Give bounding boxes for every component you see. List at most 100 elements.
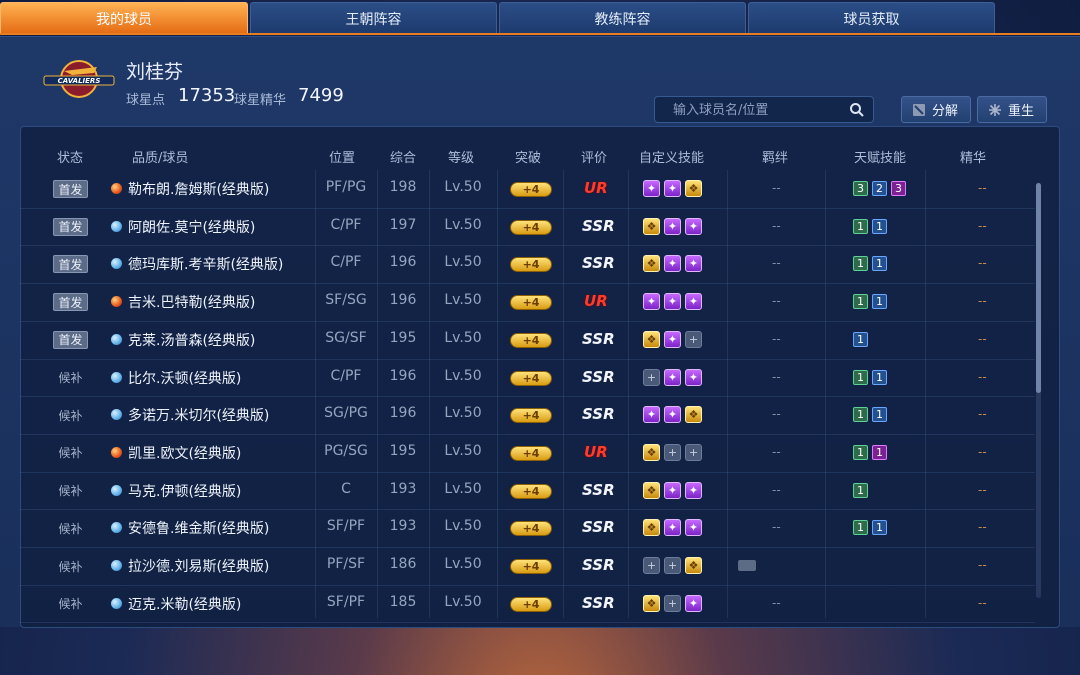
level-cell: Lv.50 [444,367,482,384]
player-name-cell[interactable]: 比尔.沃顿(经典版) [128,368,241,388]
custom-skill-icon[interactable]: ✦ [664,406,681,424]
bond-cell: -- [772,444,781,459]
rebirth-button[interactable]: 重生 [977,96,1047,123]
header-talent-skills: 天赋技能 [854,151,907,166]
bond-cell: -- [772,520,781,535]
custom-skill-icon[interactable]: ✦ [664,293,681,311]
level-cell: Lv.50 [444,254,482,271]
add-skill-slot-icon[interactable]: + [664,443,681,461]
custom-skill-icon[interactable]: ✦ [664,255,681,273]
team-logo: CAVALIERS [43,60,115,98]
add-skill-slot-icon[interactable]: + [664,557,681,574]
rating-badge: SSR [582,216,615,235]
custom-skill-icon[interactable]: ❖ [643,519,660,537]
essence-cell: -- [978,256,987,271]
search-icon[interactable] [849,102,865,118]
custom-skill-icon[interactable]: ✦ [685,594,702,612]
position-cell: SF/PF [326,593,366,610]
header-bond: 羁绊 [762,151,789,166]
scrollbar[interactable] [1036,183,1041,598]
add-skill-slot-icon[interactable]: + [685,330,702,348]
add-skill-slot-icon[interactable]: + [685,443,702,461]
overall-cell: 196 [389,405,417,422]
player-name-cell[interactable]: 克莱.汤普森(经典版) [128,330,255,350]
custom-skill-icon[interactable]: ✦ [664,481,681,499]
decompose-button[interactable]: 分解 [901,96,971,123]
custom-skill-icon[interactable]: ✦ [664,217,681,235]
custom-skill-icon[interactable]: ✦ [643,180,660,197]
tab-player-acquire[interactable]: 球员获取 [748,2,995,34]
talent-level-badge: 1 [853,256,868,272]
custom-skill-icon[interactable]: ✦ [664,368,681,386]
bond-cell: -- [772,294,781,309]
talent-level-badge: 1 [853,520,868,536]
rating-badge: SSR [582,556,615,574]
talent-level-badge: 1 [853,218,868,234]
talent-level-badge: 1 [853,294,868,310]
overall-cell: 198 [389,179,417,195]
essence-value: 7499 [298,85,344,106]
custom-skill-icon[interactable]: ✦ [685,255,702,273]
player-name-cell[interactable]: 吉米.巴特勒(经典版) [128,292,255,312]
custom-skill-icon[interactable]: ❖ [643,443,660,461]
custom-skill-icon[interactable]: ❖ [685,557,702,574]
status-badge: 首发 [53,330,88,349]
custom-skill-icon[interactable]: ❖ [685,406,702,424]
player-name-cell[interactable]: 马克.伊顿(经典版) [128,481,241,501]
scroll-thumb[interactable] [1036,183,1041,393]
custom-skill-icon[interactable]: ✦ [643,293,660,311]
custom-skill-icon[interactable]: ✦ [664,180,681,197]
breakthrough-badge: +4 [510,445,552,461]
player-name-cell[interactable]: 安德鲁.维金斯(经典版) [128,518,269,538]
search-input[interactable] [655,97,865,124]
player-name-cell[interactable]: 迈克.米勒(经典版) [128,594,241,614]
custom-skill-icon[interactable]: ❖ [685,180,702,197]
player-name-cell[interactable]: 阿朗佐.莫宁(经典版) [128,217,255,237]
quality-dot [111,446,122,458]
add-skill-slot-icon[interactable]: + [664,594,681,612]
rating-badge: SSR [582,593,615,612]
custom-skill-icon[interactable]: ✦ [685,519,702,537]
custom-skill-icon[interactable]: ✦ [664,519,681,537]
player-name: 刘桂芬 [126,61,184,83]
custom-skill-icon[interactable]: ❖ [643,255,660,273]
rating-badge: SSR [582,405,615,424]
player-name-cell[interactable]: 勒布朗.詹姆斯(经典版) [128,179,269,199]
player-name-cell[interactable]: 拉沙德.刘易斯(经典版) [128,556,269,576]
talent-level-badge: 1 [872,369,887,385]
add-skill-slot-icon[interactable]: + [643,557,660,574]
custom-skill-icon[interactable]: ❖ [643,594,660,612]
level-cell: Lv.50 [444,556,482,572]
rating-badge: SSR [582,518,615,537]
custom-skill-icon[interactable]: ❖ [643,330,660,348]
essence-cell: -- [978,482,987,497]
custom-skill-icon[interactable]: ✦ [685,481,702,499]
custom-skill-icon[interactable]: ✦ [685,293,702,311]
bond-cell: -- [772,595,781,610]
talent-level-badge: 1 [853,444,868,460]
add-skill-slot-icon[interactable]: + [643,368,660,386]
tab-coach-lineup[interactable]: 教练阵容 [499,2,746,34]
essence-cell: -- [978,181,987,195]
status-badge: 候补 [58,446,83,461]
player-name-cell[interactable]: 凯里.欧文(经典版) [128,443,241,463]
custom-skill-icon[interactable]: ✦ [664,330,681,348]
status-badge: 候补 [58,408,83,423]
player-name-cell[interactable]: 多诺万.米切尔(经典版) [128,405,269,425]
custom-skill-icon[interactable]: ✦ [685,217,702,235]
tab-my-players[interactable]: 我的球员 [0,2,248,34]
custom-skill-icon[interactable]: ✦ [643,406,660,424]
tab-dynasty-lineup[interactable]: 王朝阵容 [250,2,497,34]
overall-cell: 196 [389,254,417,271]
custom-skill-icon[interactable]: ❖ [643,481,660,499]
custom-skill-icon[interactable]: ❖ [643,217,660,235]
player-name-cell[interactable]: 德玛库斯.考辛斯(经典版) [128,254,283,274]
talent-level-badge: 1 [872,218,887,234]
position-cell: C [341,480,351,497]
rating-badge: SSR [582,480,615,499]
custom-skill-icon[interactable]: ✦ [685,368,702,386]
essence-label: 球星精华 [234,93,287,108]
breakthrough-badge: +4 [510,408,552,424]
bond-cell: -- [772,331,781,346]
header-status: 状态 [57,151,84,166]
